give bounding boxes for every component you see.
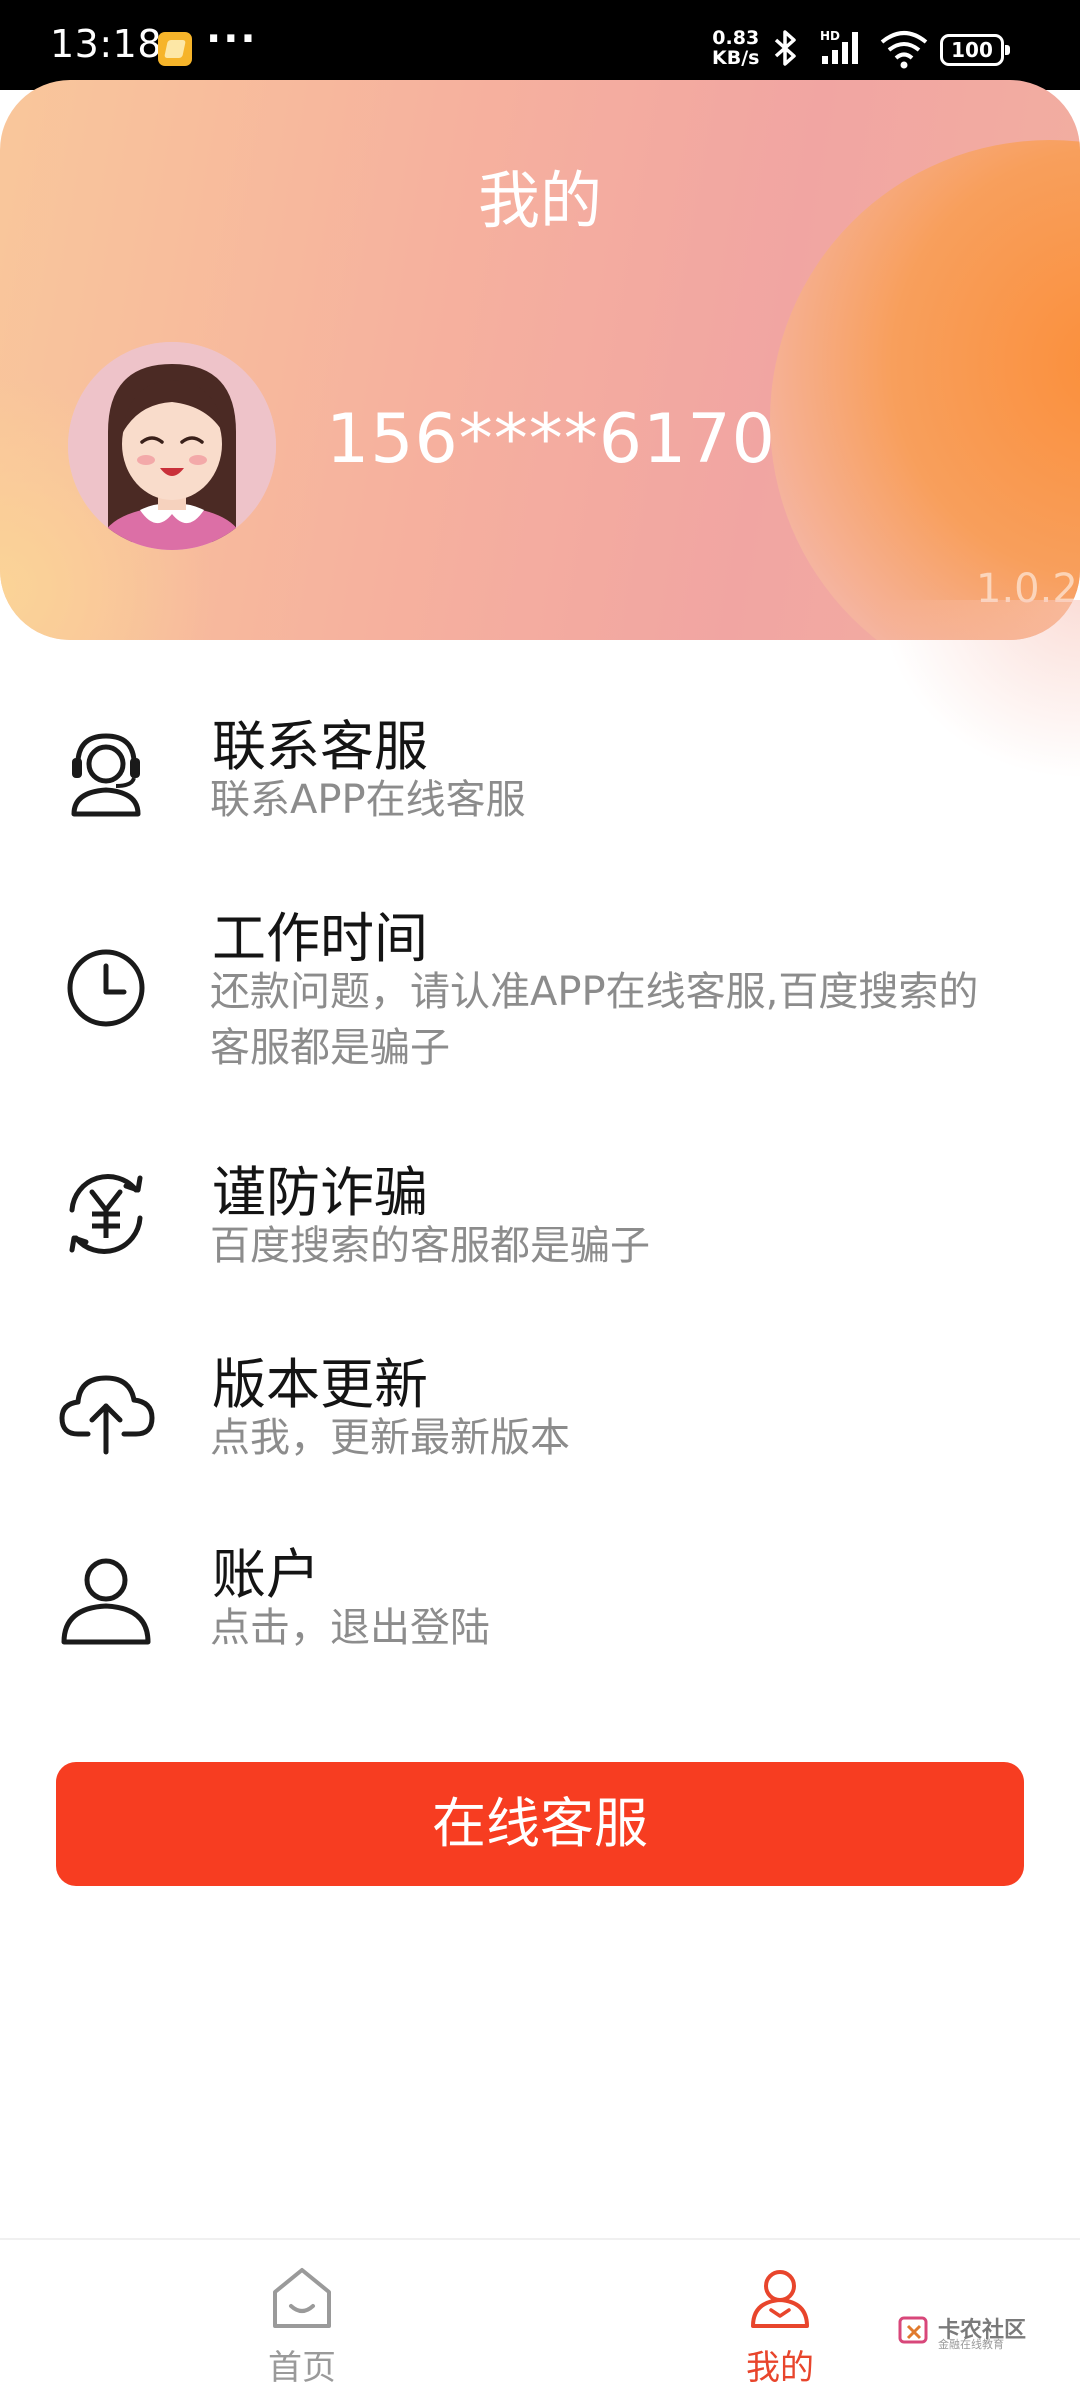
home-icon — [273, 2268, 331, 2328]
watermark: 卡农社区 金融在线教育 — [898, 2312, 1048, 2356]
watermark-logo-icon — [898, 2316, 928, 2344]
avatar-illustration — [68, 342, 276, 550]
nav-item-profile[interactable]: 我的 — [700, 2264, 860, 2389]
yen-exchange-icon — [69, 1174, 143, 1254]
menu-subtitle: 点击，退出登陆 — [210, 1605, 490, 1651]
menu-title: 联系客服 — [212, 715, 428, 778]
profile-icon — [751, 2270, 809, 2328]
menu-title: 账户 — [212, 1543, 320, 1606]
menu-subtitle: 还款问题，请认准APP在线客服,百度搜索的客服都是骗子 — [210, 969, 979, 1071]
watermark-subtext: 金融在线教育 — [938, 2338, 1004, 2351]
status-time: 13:18 — [50, 22, 163, 66]
status-bar: 13:18 ··· 0.83 KB/s HD 100 — [0, 0, 1080, 90]
avatar[interactable] — [68, 342, 276, 550]
battery-indicator: 100 — [940, 34, 1010, 66]
menu-subtitle: 点我，更新最新版本 — [210, 1415, 570, 1461]
wifi-icon — [880, 31, 928, 69]
menu-title: 工作时间 — [212, 907, 428, 970]
menu-item-contact-support[interactable]: 联系客服 联系APP在线客服 — [0, 690, 1080, 870]
notification-app-icon — [158, 32, 192, 66]
svg-text:HD: HD — [820, 29, 840, 43]
user-phone-number: 156****6170 — [326, 400, 776, 479]
menu-item-work-hours[interactable]: 工作时间 还款问题，请认准APP在线客服,百度搜索的客服都是骗子 — [0, 884, 1080, 1104]
user-icon — [61, 1558, 151, 1645]
nav-item-home[interactable]: 首页 — [222, 2264, 382, 2389]
cloud-upload-icon — [59, 1375, 155, 1455]
menu-subtitle: 百度搜索的客服都是骗子 — [210, 1223, 650, 1269]
menu-title: 版本更新 — [212, 1353, 428, 1416]
online-support-button[interactable]: 在线客服 — [56, 1762, 1024, 1886]
nav-label-profile: 我的 — [746, 2348, 814, 2388]
nav-label-home: 首页 — [268, 2348, 336, 2388]
headset-icon — [71, 733, 141, 817]
network-speed: 0.83 KB/s — [712, 27, 760, 69]
menu-item-fraud-warning[interactable]: 谨防诈骗 百度搜索的客服都是骗子 — [0, 1140, 1080, 1320]
bluetooth-icon — [774, 30, 796, 66]
more-notifications-icon: ··· — [206, 16, 258, 62]
profile-header: 我的 156****6170 1.0.2 — [0, 80, 1080, 640]
cellular-signal-icon: HD — [820, 29, 858, 64]
menu-item-account[interactable]: 账户 点击，退出登陆 — [0, 1522, 1080, 1702]
page-title: 我的 — [477, 164, 602, 237]
menu-item-version-update[interactable]: 版本更新 点我，更新最新版本 — [0, 1332, 1080, 1512]
clock-icon — [67, 949, 145, 1027]
bottom-navigation: 首页 我的 卡农社区 金融在线教育 — [0, 2238, 1080, 2400]
menu-subtitle: 联系APP在线客服 — [210, 777, 526, 823]
menu-title: 谨防诈骗 — [212, 1161, 428, 1224]
